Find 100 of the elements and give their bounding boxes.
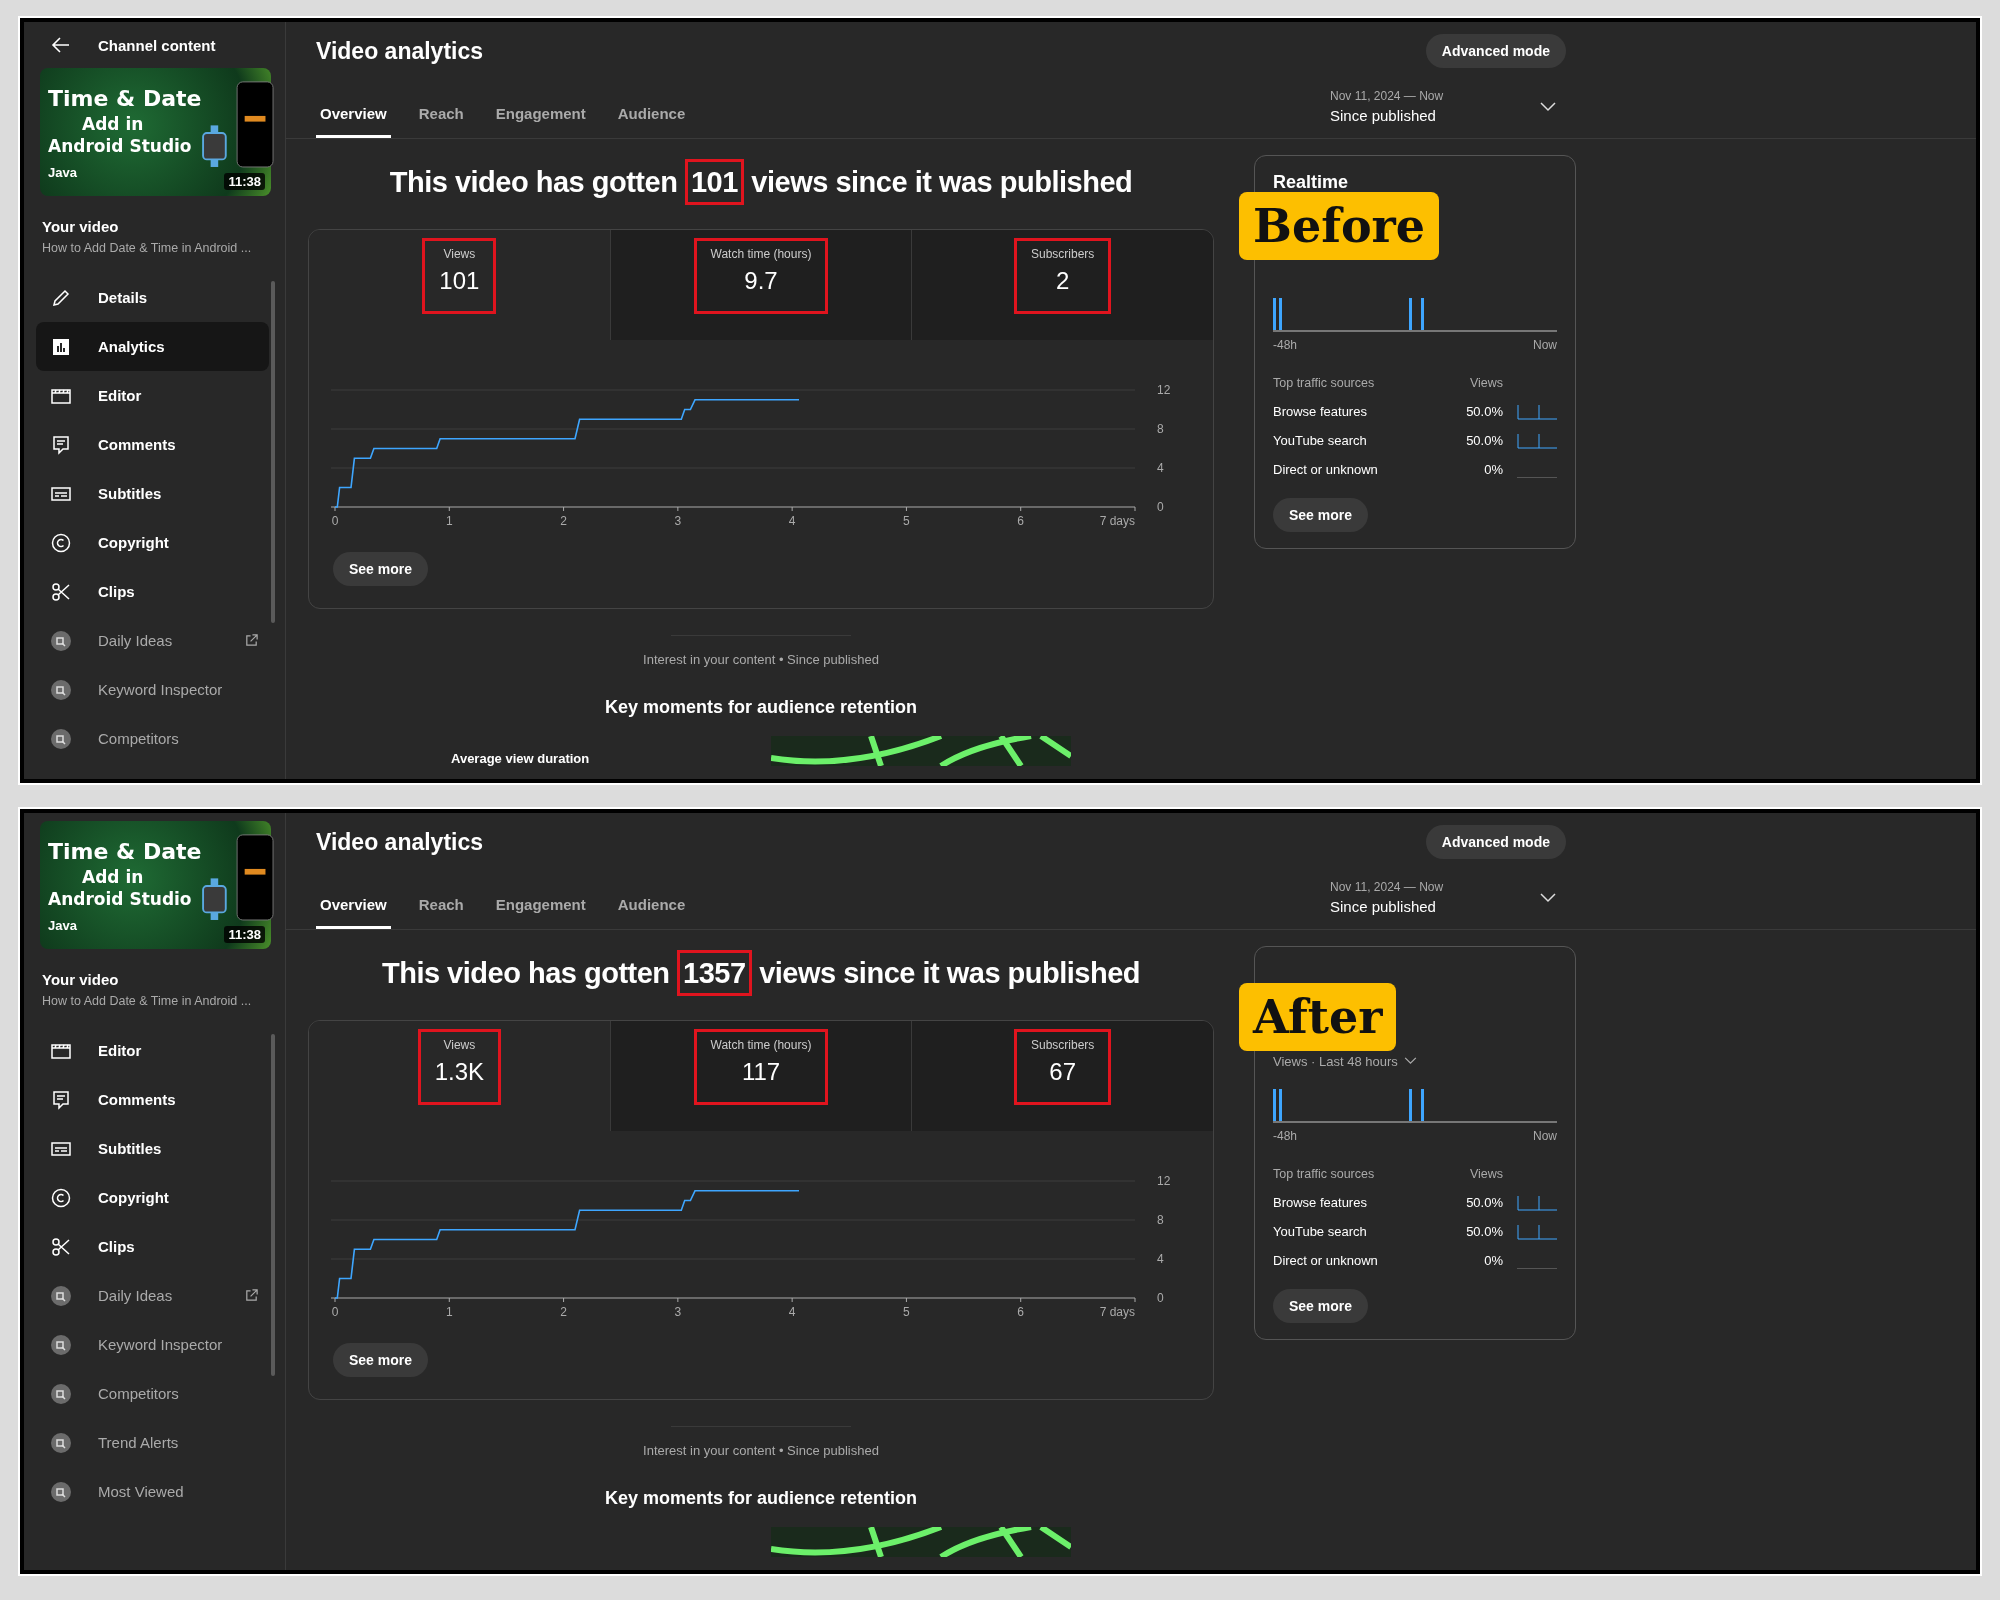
tab[interactable]: Reach [414,888,468,929]
metric-label: Views [443,247,476,261]
video-thumbnail[interactable]: Time & Date Add in Android Studio Java 11:38 [40,821,271,949]
sidebar-item[interactable]: Clips [36,567,269,616]
traffic-source: Browse features [1273,1195,1368,1210]
thumbnail-tag: Java [48,917,202,933]
advanced-mode-button[interactable]: Advanced mode [1425,825,1566,859]
metric-tab[interactable]: Subscribers 67 [911,1021,1213,1131]
thumbnail-title: Add in [81,865,145,888]
advanced-mode-button[interactable]: Advanced mode [1425,34,1566,68]
sidebar-item[interactable]: Clips [36,1222,269,1271]
sidebar-item[interactable]: Daily Ideas [36,616,269,665]
date-range-dropdown[interactable]: Nov 11, 2024 — Now Since published [1330,880,1566,929]
column-header: Top traffic sources [1273,375,1376,390]
tab[interactable]: Audience [613,97,690,138]
copyright-icon [50,1186,72,1209]
tab[interactable]: Engagement [491,97,590,138]
sidebar-item[interactable]: Copyright [36,518,269,567]
column-header: Views [1468,375,1503,390]
sidebar-item[interactable]: Comments [36,420,269,469]
axis-label: 3 [674,514,682,528]
metric-label: Views [443,1038,476,1052]
sidebar-item[interactable]: Daily Ideas [36,1271,269,1320]
axis-label: 1 [445,1305,453,1319]
sidebar-item[interactable]: Copyright [36,1173,269,1222]
metric-label: Watch time (hours) [710,247,812,261]
tab[interactable]: Reach [414,97,468,138]
sparkline [1517,1223,1557,1240]
sparkline [1517,432,1557,449]
axis-label: 0 [331,1305,339,1319]
extension-icon [50,1431,72,1454]
duration-badge: 11:38 [224,173,265,190]
scrollbar[interactable] [271,281,275,623]
traffic-share: 0% [1483,462,1503,477]
sidebar-item[interactable]: Details [36,273,269,322]
sidebar-item[interactable]: Competitors [36,1369,269,1418]
comment-icon [50,433,72,456]
see-more-button[interactable]: See more [333,1343,429,1377]
extension-icon [50,727,72,750]
sparkline [1517,1194,1557,1211]
sparkline [1517,477,1557,478]
chevron-down-icon [1540,892,1556,903]
thumbnail-title: Android Studio [48,887,193,910]
extension-icon [50,1480,72,1503]
external-link-icon[interactable] [244,1288,259,1303]
metric-value: 1.3K [434,1058,484,1086]
scrollbar[interactable] [271,1034,275,1376]
thumbnail-title: Add in [81,112,145,135]
axis-label: 0 [331,514,339,528]
sidebar-item[interactable]: Editor [36,371,269,420]
axis-label: 0 [1157,1291,1164,1305]
external-link-icon[interactable] [244,633,259,648]
headline: This video has gotten 101 views since it was published [383,155,1139,209]
sidebar-item[interactable]: Subtitles [36,1124,269,1173]
metric-tab[interactable]: Watch time (hours) 117 [609,1021,912,1131]
metric-tab[interactable]: Watch time (hours) 9.7 [609,230,912,340]
metric-value: 67 [1049,1058,1077,1086]
axis-label: 6 [1017,1305,1025,1319]
sidebar-item[interactable]: Keyword Inspector [36,1320,269,1369]
traffic-share: 50.0% [1465,1195,1503,1210]
sidebar-item[interactable]: Keyword Inspector [36,665,269,714]
page-title: Video analytics [316,37,484,65]
sidebar-item[interactable]: Competitors [36,714,269,763]
traffic-source: Direct or unknown [1273,462,1379,477]
axis-label: 2 [560,1305,567,1319]
thumbnail-title: Android Studio [48,134,193,157]
axis-label: 4 [1157,1252,1164,1266]
traffic-source: Browse features [1273,404,1368,419]
scissors-icon [50,1235,72,1258]
sidebar-item[interactable]: Analytics [36,322,269,371]
thumbnail-tag: Java [48,164,202,180]
tab[interactable]: Overview [316,888,391,929]
see-more-button[interactable]: See more [1273,1289,1369,1323]
metric-value: 101 [439,267,480,295]
axis-label: -48h [1273,1129,1298,1143]
sidebar-item[interactable]: Subtitles [36,469,269,518]
tab[interactable]: Audience [613,888,690,929]
metric-tab[interactable]: Subscribers 2 [911,230,1213,340]
sparkline [1517,1268,1557,1269]
axis-label: 2 [560,514,567,528]
tab[interactable]: Engagement [491,888,590,929]
section-heading: Key moments for audience retention [604,697,918,718]
video-thumbnail[interactable]: Time & Date Add in Android Studio Java 11:38 [40,68,271,196]
sidebar-item[interactable]: Most Viewed [36,1467,269,1516]
thumbnail-title: Time & Date [48,837,202,866]
chevron-down-icon[interactable] [1403,1057,1417,1065]
tab[interactable]: Overview [316,97,391,138]
see-more-button[interactable]: See more [1273,498,1369,532]
sidebar-item[interactable]: Trend Alerts [36,1418,269,1467]
page-title: Channel content [98,36,216,54]
section-caption: Interest in your content • Since published [643,652,879,667]
axis-label: 4 [788,514,796,528]
headline: This video has gotten 1357 views since it was published [375,946,1147,1000]
date-range-dropdown[interactable]: Nov 11, 2024 — Now Since published [1330,89,1566,138]
see-more-button[interactable]: See more [333,552,429,586]
sidebar-item[interactable]: Comments [36,1075,269,1124]
sidebar-item[interactable]: Editor [36,1026,269,1075]
metric-label: Watch time (hours) [710,1038,812,1052]
chevron-down-icon [1540,101,1556,112]
axis-label: 7 days [1099,514,1135,528]
